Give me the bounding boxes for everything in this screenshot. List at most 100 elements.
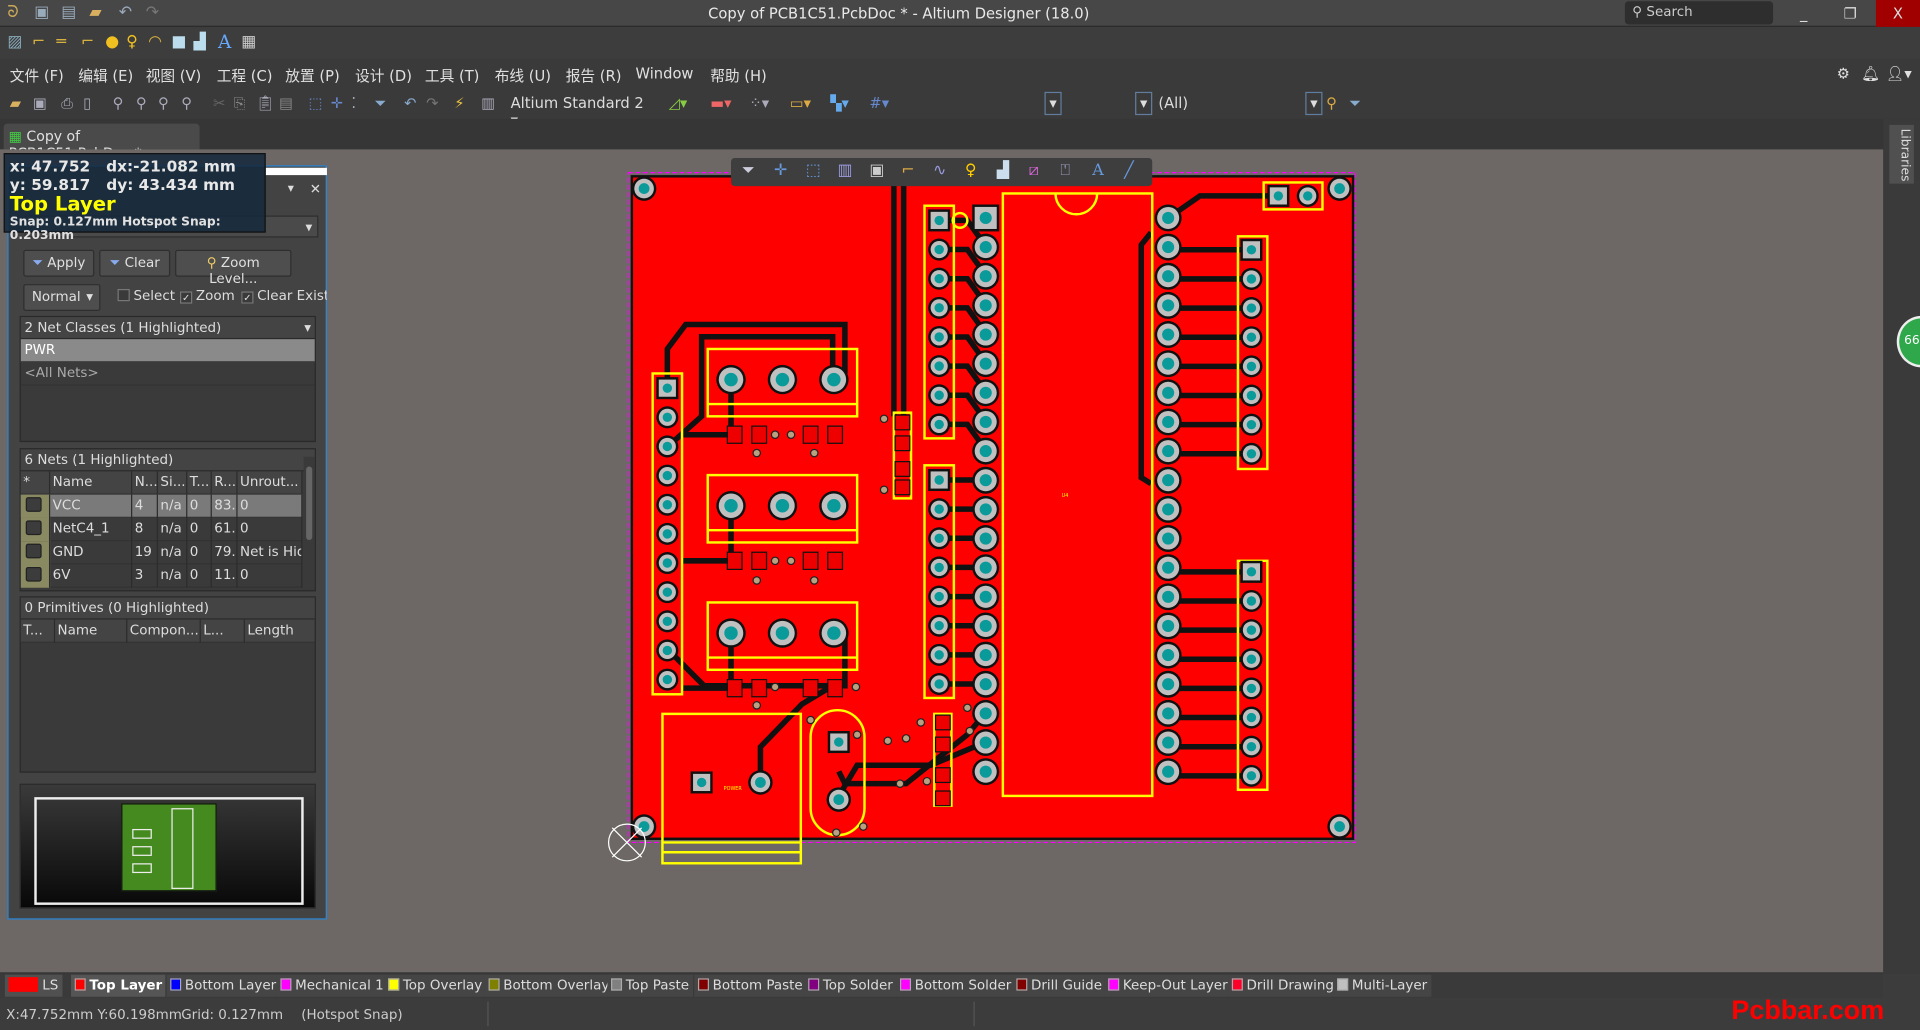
column-header[interactable]: Name (50, 471, 133, 495)
layer-tab[interactable]: Bottom Overlay (484, 974, 613, 997)
column-header[interactable]: T... (187, 471, 212, 495)
select-icon[interactable]: ⬚ (806, 162, 821, 180)
via (851, 682, 861, 692)
layer-tab[interactable]: Multi-Layer (1333, 974, 1431, 997)
pad (928, 527, 951, 550)
net-cell: 0 (187, 541, 212, 565)
net-row[interactable]: NetC4_1 8 n/a 0 61. 0 (20, 517, 303, 542)
column-header[interactable]: * (21, 471, 51, 495)
smd-pad (827, 678, 844, 698)
net-cell: n/a (158, 541, 188, 565)
hud-y: y: 59.817 (9, 175, 91, 194)
keepout-icon[interactable]: ⧄ (1029, 162, 1039, 180)
column-header[interactable]: Length (245, 619, 316, 643)
layer-tab[interactable]: Top Layer (71, 974, 166, 997)
smd-pad (894, 479, 911, 496)
via-icon[interactable]: ♀ (965, 162, 977, 180)
net-color-swatch[interactable] (20, 494, 51, 518)
net-class-item[interactable]: PWR (20, 339, 315, 363)
tune-icon[interactable]: ∿ (933, 162, 946, 180)
line-icon[interactable]: ╱ (1124, 162, 1134, 180)
pad (690, 771, 713, 794)
minimap-viewport[interactable] (34, 797, 304, 905)
chevron-down-icon: ▾ (86, 288, 94, 305)
pad (716, 491, 746, 521)
ic-designator: U4 (1062, 493, 1069, 499)
column-header[interactable]: Name (55, 619, 128, 643)
layer-tab[interactable]: Top Paste (607, 974, 693, 997)
net-row[interactable]: GND19n/a079.:Net is Hid (20, 541, 303, 565)
smd-pad (827, 425, 844, 444)
layer-tab[interactable]: Top Solder (804, 974, 897, 997)
string-icon[interactable]: A (1092, 162, 1103, 180)
dimension-icon[interactable]: ⍞ (1060, 162, 1070, 180)
hud-layer: Top Layer (9, 192, 116, 216)
divider (487, 1001, 489, 1027)
layer-tab[interactable]: Bottom Layer (166, 974, 280, 997)
scrollbar-thumb[interactable] (306, 466, 313, 541)
panel-close-icon[interactable]: ✕ (310, 181, 321, 197)
clear-existing-checkbox[interactable]: ✓Clear Existing (241, 288, 327, 304)
panel-menu-chevron-icon[interactable]: ▾ (288, 182, 294, 195)
net-color-swatch[interactable] (20, 517, 51, 542)
active-bar-toolbar: ⏷ ✛ ⬚ ▥ ▣ ⌐ ∿ ♀ ▟ ⧄ ⍞ A ╱ (731, 157, 1153, 187)
select-checkbox[interactable]: Select (117, 288, 175, 304)
column-header[interactable]: Unrout... (238, 471, 303, 495)
chevron-down-icon[interactable]: ▾ (304, 320, 311, 336)
nets-scrollbar[interactable] (303, 456, 315, 589)
net-class-item[interactable]: <All Nets> (20, 362, 315, 386)
layer-tab[interactable]: Drill Guide (1012, 974, 1106, 997)
clear-existing-label: Clear Existing (257, 287, 327, 304)
layer-tab[interactable]: Keep-Out Layer (1104, 974, 1232, 997)
via (770, 556, 780, 566)
column-header[interactable]: R... (212, 471, 238, 495)
filter-icon[interactable]: ⏷ (742, 162, 755, 180)
layer-set-button[interactable]: LS (4, 974, 62, 997)
pad (1154, 437, 1182, 465)
smd-pad (894, 414, 911, 431)
route-icon[interactable]: ⌐ (901, 162, 914, 180)
net-row[interactable]: VCC4n/a083.:0 (20, 494, 303, 518)
net-row[interactable]: 6V3n/a011.:0 (20, 564, 303, 588)
net-color-swatch[interactable] (20, 541, 51, 565)
hud-snap: Snap: 0.127mm Hotspot Snap: 0.203mm (9, 215, 221, 243)
pad (972, 583, 1000, 611)
layer-tab[interactable]: Bottom Paste (694, 974, 807, 997)
zoom-level-label: Zoom Level... (209, 254, 260, 287)
board-minimap[interactable] (19, 783, 316, 909)
component-icon[interactable]: ▣ (869, 162, 884, 180)
layer-tab[interactable]: Mechanical 1 (276, 974, 388, 997)
column-header[interactable]: Si... (158, 471, 188, 495)
pad (972, 262, 1000, 290)
fill-icon[interactable]: ▟ (997, 162, 1009, 180)
net-color-swatch[interactable] (20, 564, 51, 588)
apply-button[interactable]: ⏷ Apply (23, 249, 95, 277)
pad (1240, 677, 1263, 700)
column-header[interactable]: L... (201, 619, 245, 643)
layer-color-swatch (388, 978, 400, 991)
via (879, 414, 889, 424)
layer-tab[interactable]: Drill Drawing (1228, 974, 1338, 997)
zoom-checkbox[interactable]: ✓ Zoom (180, 288, 235, 304)
pad (656, 493, 679, 516)
pad (1154, 699, 1182, 727)
column-header[interactable]: T... (21, 619, 56, 643)
pad (656, 668, 679, 691)
column-header[interactable]: Compon... (127, 619, 201, 643)
layer-tab[interactable]: Bottom Solder (896, 974, 1015, 997)
pad (928, 296, 951, 319)
clear-button[interactable]: ⏷ Clear (99, 249, 171, 277)
nets-header: 6 Nets (1 Highlighted) (20, 449, 315, 472)
align-icon[interactable]: ▥ (838, 162, 853, 180)
hud-x: x: 47.752 (9, 156, 91, 176)
layer-tab[interactable]: Top Overlay (384, 974, 486, 997)
pad (767, 618, 798, 648)
column-header[interactable]: N... (132, 471, 158, 495)
net-cell: VCC (50, 494, 133, 518)
pad (972, 233, 1000, 261)
net-cell: 6V (50, 564, 133, 588)
smd-pad (802, 551, 819, 571)
highlight-mode-dropdown[interactable]: Normal ▾ (23, 284, 101, 312)
move-icon[interactable]: ✛ (774, 162, 787, 180)
zoom-level-button[interactable]: ⚲ Zoom Level... (175, 249, 292, 287)
